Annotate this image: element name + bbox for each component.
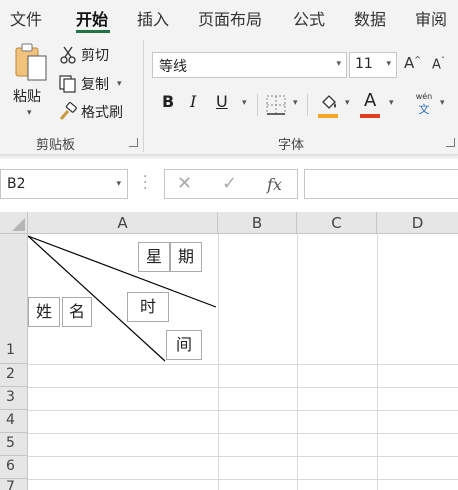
column-header-a[interactable]: A	[28, 212, 218, 234]
font-size-combo[interactable]: 11 ▾	[349, 52, 397, 78]
borders-icon[interactable]	[265, 94, 287, 116]
fill-color-swatch	[318, 114, 338, 118]
fill-color-icon[interactable]	[318, 92, 340, 114]
paste-button[interactable]: 粘贴	[13, 86, 41, 106]
formula-buttons: ✕ ✓ fx	[164, 169, 298, 199]
gridline	[28, 387, 458, 388]
gridline	[28, 433, 458, 434]
copy-dropdown-icon[interactable]: ▾	[117, 79, 122, 89]
italic-button[interactable]: I	[190, 92, 196, 111]
name-box-value: B2	[7, 176, 26, 192]
row-header-2[interactable]: 2	[0, 364, 28, 387]
tab-page-layout[interactable]: 页面布局	[198, 6, 262, 30]
scissors-icon	[60, 46, 76, 64]
check-icon[interactable]: ✓	[222, 173, 237, 194]
phonetic-guide-button[interactable]: wén 文	[412, 92, 436, 118]
font-name-value: 等线	[159, 59, 187, 75]
underline-button[interactable]: U	[216, 92, 228, 111]
copy-label: 复制	[81, 77, 109, 93]
textbox-shi[interactable]: 时	[127, 292, 169, 322]
chevron-down-icon[interactable]: ▾	[336, 59, 341, 69]
ribbon-home: 粘贴 ▾ 剪切 复制 ▾ 格式刷 剪贴板 等线 ▾ 11 ▾ A^ Aˇ B I…	[0, 34, 458, 154]
underline-dropdown-icon[interactable]: ▾	[242, 98, 247, 108]
name-box[interactable]: B2 ▾	[0, 169, 128, 199]
grow-font-button[interactable]: A^	[404, 54, 421, 72]
divider	[307, 94, 308, 116]
font-name-combo[interactable]: 等线 ▾	[152, 52, 347, 78]
font-color-button[interactable]: A	[364, 90, 376, 111]
tab-insert[interactable]: 插入	[137, 6, 169, 30]
resize-handle-icon[interactable]: · · ·	[143, 170, 147, 196]
gridline	[28, 456, 458, 457]
gridline	[28, 364, 458, 365]
copy-icon	[59, 75, 76, 93]
gridline	[28, 410, 458, 411]
phonetic-dropdown-icon[interactable]: ▾	[440, 98, 445, 108]
gridline	[28, 479, 458, 480]
row-header-6[interactable]: 6	[0, 456, 28, 479]
select-all-corner[interactable]	[0, 212, 28, 234]
fill-color-dropdown-icon[interactable]: ▾	[345, 98, 350, 108]
font-color-swatch	[360, 114, 380, 118]
font-group-label: 字体	[278, 138, 305, 153]
shrink-font-button[interactable]: Aˇ	[432, 56, 445, 72]
row-header-1[interactable]: 1	[0, 234, 28, 364]
ribbon-tab-bar: 文件 开始 插入 页面布局 公式 数据 审阅	[0, 0, 458, 34]
textbox-xing[interactable]: 星	[138, 242, 170, 272]
gridline	[377, 234, 378, 490]
tab-review[interactable]: 审阅	[415, 6, 447, 30]
close-icon[interactable]: ✕	[177, 173, 192, 194]
active-tab-indicator	[76, 30, 110, 33]
row-header-3[interactable]: 3	[0, 387, 28, 410]
insert-function-button[interactable]: fx	[267, 175, 282, 194]
format-painter-label: 格式刷	[81, 105, 123, 121]
copy-button[interactable]: 复制 ▾	[58, 73, 122, 95]
group-divider	[143, 40, 144, 152]
phonetic-char: 文	[418, 103, 430, 116]
tab-formulas[interactable]: 公式	[293, 6, 325, 30]
gridline	[297, 234, 298, 490]
grow-font-icon: A	[404, 54, 415, 72]
phonetic-pinyin: wén	[415, 92, 433, 101]
row-header-5[interactable]: 5	[0, 433, 28, 456]
textbox-ming[interactable]: 名	[62, 297, 92, 327]
shrink-font-icon: A	[432, 57, 441, 73]
font-size-value: 11	[355, 56, 373, 72]
row-header-4[interactable]: 4	[0, 410, 28, 433]
chevron-down-icon[interactable]: ▾	[386, 59, 391, 69]
bold-button[interactable]: B	[162, 92, 174, 111]
column-header-d[interactable]: D	[377, 212, 458, 234]
column-header-c[interactable]: C	[297, 212, 377, 234]
format-painter-button[interactable]: 格式刷	[58, 101, 123, 123]
clipboard-group-label: 剪贴板	[36, 138, 76, 153]
row-header-7[interactable]: 7	[0, 479, 28, 490]
select-all-icon	[12, 218, 25, 231]
gridline	[218, 234, 219, 490]
format-painter-icon	[59, 102, 77, 120]
paste-icon[interactable]	[12, 42, 50, 82]
chevron-down-icon[interactable]: ▾	[116, 179, 121, 189]
font-launcher-icon[interactable]	[446, 138, 455, 147]
tab-home[interactable]: 开始	[76, 6, 108, 30]
font-color-dropdown-icon[interactable]: ▾	[389, 98, 394, 108]
paste-dropdown-icon[interactable]: ▾	[27, 108, 32, 118]
textbox-xing-surname[interactable]: 姓	[28, 297, 60, 327]
tab-data[interactable]: 数据	[354, 6, 386, 30]
divider	[257, 94, 258, 116]
formula-input[interactable]	[304, 169, 458, 199]
borders-dropdown-icon[interactable]: ▾	[293, 98, 298, 108]
clipboard-launcher-icon[interactable]	[129, 138, 138, 147]
cut-button[interactable]: 剪切	[58, 44, 109, 66]
textbox-jian[interactable]: 间	[166, 330, 202, 360]
textbox-qi[interactable]: 期	[170, 242, 202, 272]
cut-label: 剪切	[81, 48, 109, 64]
tab-file[interactable]: 文件	[10, 6, 42, 30]
column-header-b[interactable]: B	[218, 212, 297, 234]
